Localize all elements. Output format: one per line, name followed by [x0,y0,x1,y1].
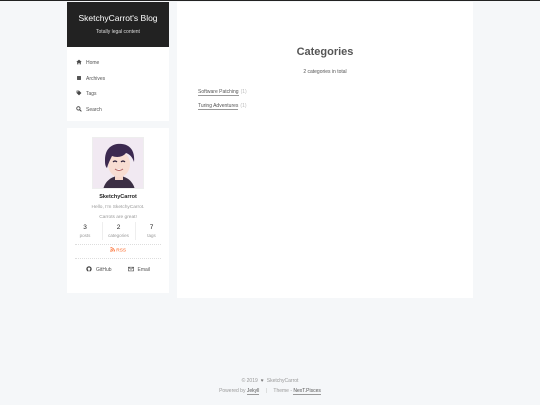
powered-prefix: Powered by [219,388,246,394]
github-label: GitHub [95,266,112,273]
stat-label: categories [108,233,129,238]
stat-count: 3 [83,224,87,231]
heart-icon: ♥ [260,378,264,384]
stat-categories[interactable]: 2 categories [101,222,135,240]
category-post-count: (1) [240,103,247,109]
author-name: SketchyCarrot [99,194,137,200]
rss-link[interactable]: RSS [75,244,161,259]
site-stats: 3 posts 2 categories 7 tags [67,222,169,240]
avatar [92,137,144,189]
stat-tags[interactable]: 7 tags [134,222,168,240]
menu-item-search[interactable]: Search [67,102,169,118]
jekyll-link[interactable]: Jekyll [246,388,260,395]
menu-item-archives[interactable]: Archives [67,71,169,87]
site-footer: © 2019 ♥ SketchyCarrot Powered by Jekyll |… [0,376,540,396]
site-subtitle: Totally legal content [96,29,140,35]
category-item: Turing Adventures (1) [198,103,247,110]
powered-line: Powered by Jekyll | Theme - NexT.Pisces [0,386,540,396]
stat-posts[interactable]: 3 posts [69,222,102,240]
github-icon [86,265,92,274]
search-icon [76,106,82,114]
email-link[interactable]: Email [127,266,151,274]
category-link[interactable]: Software Patching [198,89,239,96]
menu-item-home[interactable]: Home [67,55,169,71]
theme-prefix: Theme - [273,388,293,394]
stat-label: posts [79,233,91,238]
email-label: Email [137,266,151,273]
theme-link[interactable]: NexT.Pisces [293,388,321,395]
home-icon [76,59,82,67]
menu-item-label: Search [86,106,102,113]
stat-count: 7 [149,224,154,231]
profile-card: SketchyCarrot Hello, I'm SketchyCarrot. … [67,128,169,293]
site-title[interactable]: SketchyCarrot's Blog [67,13,169,24]
sidebar-menu: Home Archives Tags Search [67,47,169,121]
category-list: Software Patching (1) Turing Adventures (1… [198,89,247,117]
menu-item-tags[interactable]: Tags [67,86,169,102]
tags-icon [76,90,82,98]
copyright-text: © 2019 [241,378,258,384]
rss-label: RSS [116,248,127,254]
site-brand: SketchyCarrot's Blog Totally legal conte… [67,2,169,47]
author-description: Hello, I'm SketchyCarrot. [91,205,145,210]
main-content: Categories 2 categories in total Softwar… [177,2,473,298]
stat-label: tags [147,233,156,238]
category-item: Software Patching (1) [198,89,247,96]
copyright-line: © 2019 ♥ SketchyCarrot [0,376,540,386]
social-links: GitHub Email [67,265,169,274]
category-link[interactable]: Turing Adventures [198,103,239,110]
category-post-count: (1) [240,89,247,95]
page-title: Categories [296,46,354,58]
category-count: 2 categories in total [303,69,347,75]
menu-item-label: Archives [86,75,106,82]
footer-separator: | [265,388,268,394]
archive-icon [76,75,82,82]
rss-icon [110,247,115,252]
footer-author: SketchyCarrot [266,378,299,384]
author-motto: Carrots are great! [99,215,137,220]
stat-count: 2 [116,224,121,231]
github-link[interactable]: GitHub [86,265,112,274]
envelope-icon [127,266,134,274]
menu-item-label: Tags [86,91,97,98]
menu-item-label: Home [86,59,100,66]
